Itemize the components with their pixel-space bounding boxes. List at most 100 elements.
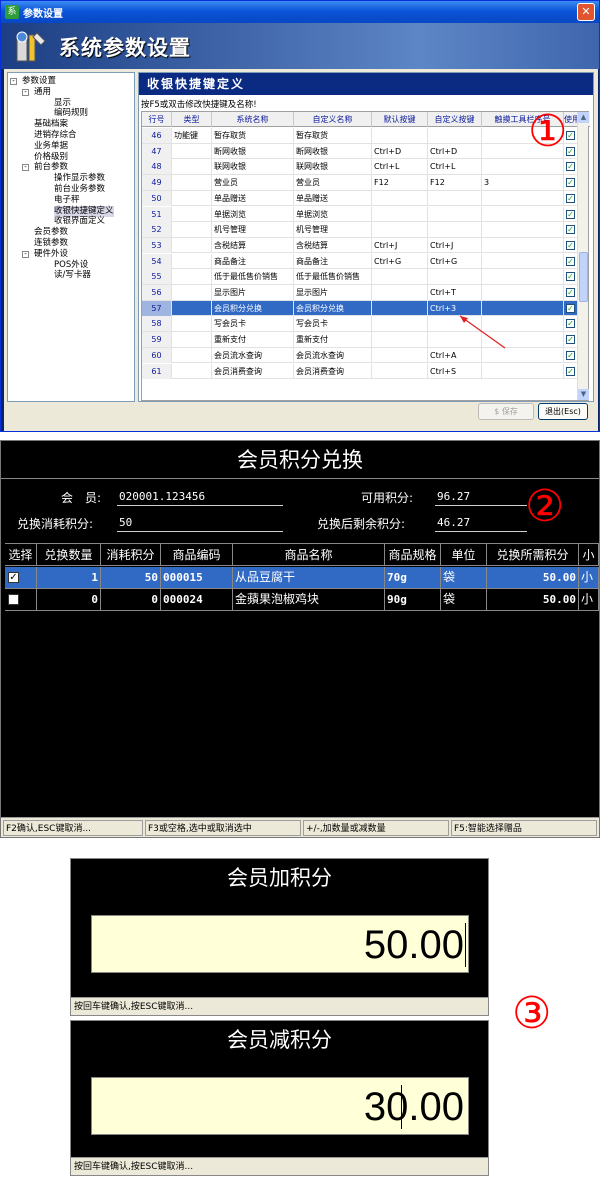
tree-item[interactable]: POS外设 (54, 260, 88, 271)
use-checkbox[interactable]: ✓ (566, 225, 575, 235)
exchange-row[interactable]: ✓ 1 50 000015 从品豆腐干 70g 袋 50.00 小 (5, 567, 599, 589)
use-checkbox[interactable]: ✓ (566, 178, 575, 188)
grid-row[interactable]: 46 功能键 暂存取货 暂存取货 ✓ (142, 128, 578, 144)
tree-item[interactable]: 价格级别 (34, 152, 68, 163)
exchange-table[interactable]: 选择 兑换数量 消耗积分 商品编码 商品名称 商品规格 单位 兑换所需积分小 ✓ 1 50 00001… (5, 543, 599, 807)
grid-row[interactable]: 58 写会员卡 写会员卡 ✓ (142, 316, 578, 332)
tree-item[interactable]: 编码规则 (54, 108, 88, 119)
select-checkbox[interactable]: ✓ (8, 572, 19, 583)
grid-column-header[interactable]: 默认按键 (372, 112, 428, 127)
tree-item[interactable]: 前台参数 (34, 162, 68, 173)
grid-cell-sys: 机号管理 (212, 222, 294, 238)
tree-item[interactable]: 会员参数 (34, 227, 68, 238)
grid-cell-type (172, 300, 212, 316)
shortcut-grid[interactable]: 行号类型系统名称自定义名称默认按键自定义按键触摸工具栏序号使用 46功能键暂存取… (141, 111, 590, 401)
use-checkbox[interactable]: ✓ (566, 303, 575, 313)
exchange-column-header[interactable]: 商品规格 (385, 544, 441, 566)
grid-cell-no: 48 (142, 159, 172, 175)
exchange-column-header[interactable]: 兑换所需积分 (487, 544, 579, 566)
tree-expander-icon[interactable]: - (22, 164, 29, 172)
tree-item[interactable]: 收银界面定义 (54, 216, 105, 227)
grid-row[interactable]: 57 会员积分兑换 会员积分兑换 Ctrl+3 ✓ (142, 300, 578, 317)
select-checkbox[interactable] (8, 594, 19, 605)
grid-row[interactable]: 61 会员消费查询 会员消费查询 Ctrl+S ✓ (142, 363, 578, 379)
grid-row[interactable]: 55 低于最低售价销售 低于最低售价销售 ✓ (142, 269, 578, 285)
exchange-cell-qty: 1 (37, 567, 101, 588)
grid-row[interactable]: 49 营业员 营业员 F12 F12 3 ✓ (142, 175, 578, 191)
grid-row[interactable]: 53 含税结算 含税结算 Ctrl+J Ctrl+J ✓ (142, 237, 578, 254)
grid-row[interactable]: 60 会员流水查询 会员流水查询 Ctrl+A ✓ (142, 347, 578, 364)
grid-row[interactable]: 54 商品备注 商品备注 Ctrl+G Ctrl+G ✓ (142, 253, 578, 270)
tree-item[interactable]: 硬件外设 (34, 249, 68, 260)
settings-tree[interactable]: - 参数设置 - 通用 显示 编码规则 基础档案 进销存综合 业务单据 价格级别 - 前台参数 操作显示… (7, 72, 135, 402)
tree-item[interactable]: 连锁参数 (34, 238, 68, 249)
grid-row[interactable]: 48 联网收银 联网收银 Ctrl+L Ctrl+L ✓ (142, 159, 578, 175)
use-checkbox[interactable]: ✓ (566, 319, 575, 329)
tree-expander-icon[interactable]: - (22, 88, 29, 96)
scroll-thumb[interactable] (579, 252, 588, 302)
tree-expander-icon[interactable]: - (10, 78, 17, 85)
exchange-column-header[interactable]: 商品编码 (161, 544, 233, 566)
vertical-scrollbar[interactable]: ▲ ▼ (577, 112, 589, 400)
use-checkbox[interactable]: ✓ (566, 272, 575, 282)
grid-row[interactable]: 52 机号管理 机号管理 ✓ (142, 222, 578, 238)
use-checkbox[interactable]: ✓ (566, 366, 575, 376)
grid-cell-type (172, 206, 212, 222)
scroll-up-icon[interactable]: ▲ (578, 112, 589, 123)
tree-item[interactable]: 显示 (54, 98, 71, 109)
grid-row[interactable]: 50 单品赠送 单品赠送 ✓ (142, 190, 578, 207)
title-bar[interactable]: 系 参数设置 ✕ (1, 1, 599, 23)
tree-item[interactable]: 业务单据 (34, 141, 68, 152)
exchange-column-header[interactable]: 小 (579, 544, 599, 566)
add-points-input[interactable]: 50.00 (91, 915, 469, 973)
app-icon: 系 (5, 5, 19, 19)
grid-row[interactable]: 56 显示图片 显示图片 Ctrl+T ✓ (142, 285, 578, 301)
grid-cell-def_key (372, 206, 428, 222)
tree-item[interactable]: 读/写卡器 (54, 270, 91, 281)
grid-row[interactable]: 51 单据浏览 单据浏览 ✓ (142, 206, 578, 222)
callout-number-3: ③ (512, 988, 552, 1039)
exchange-column-header[interactable]: 消耗积分 (101, 544, 161, 566)
use-checkbox[interactable]: ✓ (566, 288, 575, 297)
grid-cell-sys: 低于最低售价销售 (212, 269, 294, 285)
use-checkbox[interactable]: ✓ (566, 209, 575, 219)
save-button[interactable]: $ 保存 (478, 403, 534, 420)
grid-row[interactable]: 47 断网收银 断网收银 Ctrl+D Ctrl+D ✓ (142, 143, 578, 160)
grid-column-header[interactable]: 类型 (172, 112, 212, 127)
tree-expander-icon[interactable]: - (22, 250, 29, 258)
tree-item[interactable]: 操作显示参数 (54, 173, 105, 184)
exchange-column-header[interactable]: 商品名称 (233, 544, 385, 566)
grid-column-header[interactable]: 自定义名称 (294, 112, 372, 127)
grid-cell-touch: 3 (482, 175, 564, 191)
grid-column-header[interactable]: 自定义按键 (428, 112, 482, 127)
tree-item[interactable]: 进销存综合 (34, 130, 77, 141)
exchange-column-header[interactable]: 选择 (5, 544, 37, 566)
tree-item[interactable]: 收银快捷键定义 (54, 205, 114, 217)
grid-row[interactable]: 59 重新支付 重新支付 ✓ (142, 332, 578, 348)
subtract-points-input[interactable]: 30.00 (91, 1077, 469, 1135)
exchange-row[interactable]: 0 0 000024 金蘋果泡椒鸡块 90g 袋 50.00 小 (5, 589, 599, 611)
status-confirm: F2确认,ESC键取消... (3, 820, 143, 836)
use-checkbox[interactable]: ✓ (566, 335, 575, 345)
use-checkbox[interactable]: ✓ (566, 193, 575, 203)
use-checkbox[interactable]: ✓ (566, 256, 575, 266)
grid-cell-type (172, 253, 212, 269)
close-button[interactable]: ✕ (577, 3, 595, 21)
tree-item[interactable]: 参数设置 (22, 76, 56, 87)
use-checkbox[interactable]: ✓ (566, 240, 575, 250)
tree-item[interactable]: 基础档案 (34, 119, 68, 130)
exit-button[interactable]: 退出(Esc) (538, 403, 588, 420)
scroll-down-icon[interactable]: ▼ (578, 389, 589, 400)
use-checkbox[interactable]: ✓ (566, 350, 575, 360)
status-gift: F5:智能选择赠品 (451, 820, 597, 836)
member-value: 020001.123456 (119, 490, 206, 503)
grid-column-header[interactable]: 行号 (142, 112, 172, 127)
grid-cell-type (172, 159, 212, 175)
tree-item[interactable]: 电子秤 (54, 195, 80, 206)
exchange-column-header[interactable]: 单位 (441, 544, 487, 566)
tree-item[interactable]: 通用 (34, 87, 51, 98)
exchange-column-header[interactable]: 兑换数量 (37, 544, 101, 566)
grid-column-header[interactable]: 系统名称 (212, 112, 294, 127)
use-checkbox[interactable]: ✓ (566, 162, 575, 172)
tree-item[interactable]: 前台业务参数 (54, 184, 105, 195)
